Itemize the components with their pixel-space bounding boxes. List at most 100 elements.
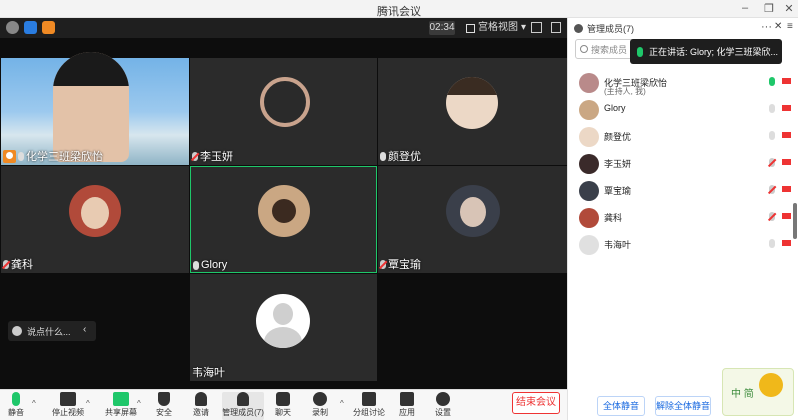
video-tile[interactable]: 覃宝瑜: [378, 166, 567, 273]
mic-muted-icon[interactable]: [769, 212, 775, 224]
apps-button[interactable]: 应用: [399, 392, 415, 420]
tile-name: 颜登优: [388, 151, 421, 163]
chevron-up-icon[interactable]: ^: [340, 399, 344, 408]
share-screen-button[interactable]: 共享屏幕: [105, 392, 137, 420]
more-icon[interactable]: ···: [761, 21, 772, 33]
video-tile[interactable]: 韦海叶: [190, 274, 377, 381]
default-avatar-icon: [579, 235, 599, 255]
sidebar-toggle-icon[interactable]: [551, 22, 561, 33]
stop-video-button[interactable]: 停止视频: [52, 392, 84, 420]
video-tile[interactable]: 龚科: [1, 166, 189, 273]
chevron-up-icon[interactable]: ^: [86, 399, 90, 408]
security-button[interactable]: 安全: [156, 392, 172, 420]
chevron-left-icon[interactable]: ‹: [83, 324, 86, 335]
tile-label: Glory: [193, 259, 227, 271]
settings-label: 设置: [435, 408, 451, 417]
mic-icon: [193, 260, 199, 270]
close-panel-icon[interactable]: ✕: [774, 21, 782, 32]
avatar: [579, 181, 599, 201]
member-row[interactable]: 覃宝瑜: [568, 179, 798, 203]
tile-name: Glory: [201, 259, 228, 271]
grid-icon: [466, 23, 475, 33]
restore-icon[interactable]: ❐: [762, 2, 776, 15]
meeting-timer: 02:34: [429, 21, 455, 35]
minimize-icon[interactable]: –: [738, 2, 752, 14]
unmute-all-button[interactable]: 解除全体静音: [655, 396, 711, 416]
video-tile[interactable]: 李玉妍: [190, 58, 377, 165]
mute-button[interactable]: 静音: [8, 392, 24, 420]
share-screen-icon: [113, 392, 129, 406]
close-icon[interactable]: ✕: [782, 2, 796, 15]
member-row[interactable]: Glory: [568, 98, 798, 122]
input-method-widget[interactable]: 中 简: [722, 368, 794, 416]
camera-icon[interactable]: [782, 186, 791, 192]
settings-button[interactable]: 设置: [435, 392, 451, 420]
member-name: Glory: [604, 103, 626, 113]
emoji-icon[interactable]: [12, 326, 22, 336]
add-user-icon: [195, 392, 207, 406]
members-icon: [237, 392, 249, 406]
avatar: [579, 73, 599, 93]
chat-label: 聊天: [275, 408, 291, 417]
invite-button[interactable]: 邀请: [193, 392, 209, 420]
member-name: 龚科: [604, 213, 623, 223]
member-name: 韦海叶: [604, 240, 632, 250]
view-switch-button[interactable]: 宫格视图 ▾: [466, 21, 526, 35]
gear-icon: [436, 392, 450, 406]
fullscreen-icon[interactable]: [531, 22, 542, 33]
record-icon: [313, 392, 327, 406]
info-icon[interactable]: [6, 21, 19, 34]
tile-label: 覃宝瑜: [380, 256, 421, 272]
scrollbar[interactable]: [793, 203, 797, 239]
avatar: [258, 185, 310, 237]
chevron-up-icon[interactable]: ^: [32, 399, 36, 408]
member-row[interactable]: 韦海叶: [568, 233, 798, 257]
video-tile[interactable]: 化学三班梁欣怡: [1, 52, 189, 165]
end-meeting-button[interactable]: 结束会议: [512, 392, 560, 414]
tile-name: 龚科: [11, 259, 33, 271]
signal-icon[interactable]: [42, 21, 55, 34]
tile-label: 韦海叶: [192, 364, 225, 380]
member-row[interactable]: 龚科: [568, 206, 798, 230]
bottom-toolbar: 静音 ^ 停止视频 ^ 共享屏幕 ^ 安全 邀请 管理成员(7) 聊天 录制 ^…: [0, 389, 567, 420]
mic-icon: [380, 151, 386, 161]
chevron-up-icon[interactable]: ^: [137, 399, 141, 408]
camera-icon[interactable]: [782, 213, 791, 219]
member-row[interactable]: 颜登优: [568, 125, 798, 149]
record-button[interactable]: 录制: [312, 392, 328, 420]
avatar: [579, 127, 599, 147]
mic-icon[interactable]: [769, 239, 775, 251]
chat-button[interactable]: 聊天: [275, 392, 291, 420]
mic-icon[interactable]: [769, 131, 775, 143]
video-tile[interactable]: 颜登优: [378, 58, 567, 165]
avatar: [579, 154, 599, 174]
manage-members-button[interactable]: 管理成员(7): [222, 392, 264, 420]
avatar: [446, 77, 498, 129]
mic-icon[interactable]: [769, 104, 775, 116]
tile-label: 李玉妍: [192, 148, 233, 164]
camera-icon[interactable]: [782, 78, 791, 84]
camera-icon[interactable]: [782, 132, 791, 138]
camera-icon[interactable]: [782, 105, 791, 111]
shield-icon[interactable]: [24, 21, 37, 34]
mic-icon[interactable]: [769, 77, 775, 89]
camera-icon[interactable]: [782, 159, 791, 165]
mic-muted-icon[interactable]: [769, 158, 775, 170]
default-avatar-icon: [256, 294, 310, 348]
member-row[interactable]: 化学三班梁欣怡 (主持人, 我): [568, 71, 798, 96]
sunflower-icon: [759, 373, 783, 397]
mic-muted-icon[interactable]: [769, 185, 775, 197]
video-tile-active[interactable]: Glory: [190, 166, 377, 273]
mic-icon: [637, 46, 643, 57]
mute-all-button[interactable]: 全体静音: [597, 396, 645, 416]
menu-icon[interactable]: ≡: [787, 21, 793, 32]
member-name: 覃宝瑜: [604, 186, 632, 196]
camera-icon: [60, 392, 76, 406]
manage-label: 管理成员(7): [222, 408, 264, 417]
apps-label: 应用: [399, 408, 415, 417]
mic-muted-icon: [192, 151, 198, 161]
member-row[interactable]: 李玉妍: [568, 152, 798, 176]
breakout-button[interactable]: 分组讨论: [353, 392, 385, 420]
camera-icon[interactable]: [782, 240, 791, 246]
record-label: 录制: [312, 408, 328, 417]
